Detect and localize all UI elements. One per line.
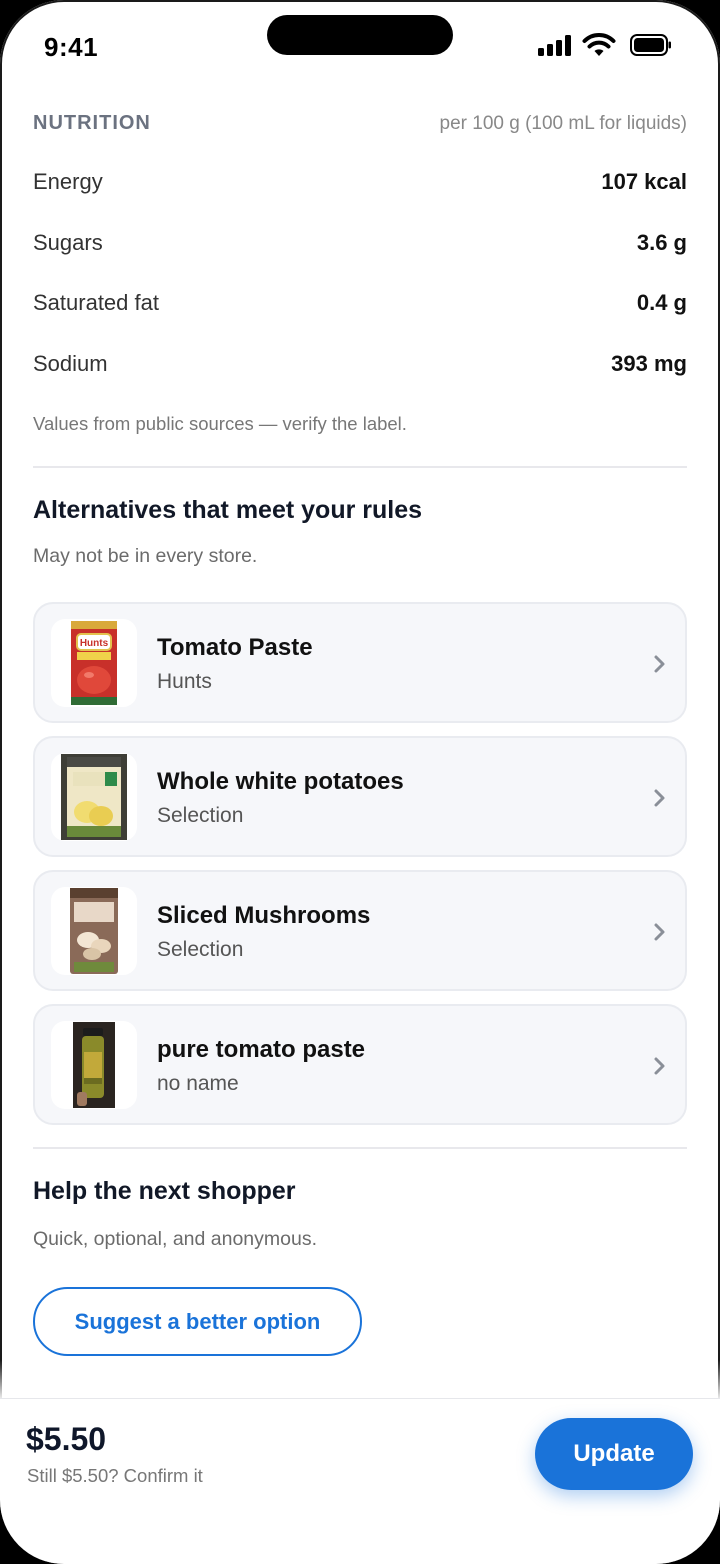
- nutrition-row-energy: Energy 107 kcal: [33, 152, 687, 213]
- section-divider: [33, 466, 687, 468]
- product-thumbnail: [51, 753, 137, 841]
- nutrition-note: Values from public sources — verify the …: [33, 413, 407, 434]
- bottom-fade: [0, 1360, 720, 1400]
- nutrition-value: 3.6 g: [636, 229, 687, 255]
- nutrition-row-sodium: Sodium 393 mg: [33, 334, 687, 395]
- price-confirm-note: Still $5.50? Confirm it: [27, 1465, 203, 1486]
- dynamic-island: [267, 15, 453, 55]
- nutrition-value: 393 mg: [611, 350, 687, 376]
- status-time: 9:41: [44, 32, 99, 62]
- nutrition-label: Sodium: [33, 350, 108, 376]
- alternative-brand: Selection: [157, 804, 244, 827]
- nutrition-header: NUTRITION per 100 g (100 mL for liquids): [33, 96, 687, 152]
- alternatives-list: Hunts Tomato Paste Hunts Whole white pot…: [33, 602, 687, 1125]
- chevron-right-icon: [654, 655, 665, 673]
- alternatives-title: Alternatives that meet your rules: [33, 496, 423, 524]
- alternative-name: Whole white potatoes: [157, 768, 404, 795]
- product-thumbnail: [51, 1021, 137, 1109]
- section-divider: [33, 1147, 687, 1149]
- alternative-brand: Hunts: [157, 670, 212, 693]
- suggest-better-option-button[interactable]: Suggest a better option: [33, 1287, 362, 1356]
- status-bar: 9:41: [0, 0, 720, 90]
- nutrition-label: Energy: [33, 169, 103, 195]
- bottom-bar: $5.50 Still $5.50? Confirm it Update: [0, 1398, 720, 1564]
- svg-text:Hunts: Hunts: [80, 638, 109, 649]
- alternative-name: pure tomato paste: [157, 1036, 366, 1063]
- chevron-right-icon: [654, 1057, 665, 1075]
- main-content: NUTRITION per 100 g (100 mL for liquids)…: [33, 96, 687, 1356]
- alternative-name: Sliced Mushrooms: [157, 902, 371, 929]
- product-thumbnail: Hunts: [51, 619, 137, 707]
- alternative-card[interactable]: Hunts Tomato Paste Hunts: [33, 602, 687, 723]
- alternative-brand: Selection: [157, 938, 244, 961]
- nutrition-label: Sugars: [33, 229, 103, 255]
- alternative-card[interactable]: Whole white potatoes Selection: [33, 736, 687, 857]
- update-button[interactable]: Update: [535, 1418, 693, 1490]
- nutrition-value: 107 kcal: [601, 169, 687, 195]
- nutrition-row-sugars: Sugars 3.6 g: [33, 213, 687, 274]
- nutrition-value: 0.4 g: [636, 290, 687, 316]
- chevron-right-icon: [654, 789, 665, 807]
- product-thumbnail: [51, 887, 137, 975]
- alternative-brand: no name: [157, 1072, 239, 1095]
- nutrition-title: NUTRITION: [33, 112, 151, 134]
- help-title: Help the next shopper: [33, 1177, 296, 1205]
- alternative-name: Tomato Paste: [157, 634, 313, 661]
- alternatives-subtitle: May not be in every store.: [33, 545, 258, 567]
- phone-screen: 9:41 NUTRITION per 100 g (100 mL for liq…: [0, 0, 720, 1564]
- signal-icon: [538, 34, 571, 56]
- wifi-icon: [582, 33, 616, 56]
- alternative-card[interactable]: Sliced Mushrooms Selection: [33, 870, 687, 991]
- chevron-right-icon: [654, 923, 665, 941]
- nutrition-row-saturated-fat: Saturated fat 0.4 g: [33, 273, 687, 334]
- alternative-card[interactable]: pure tomato paste no name: [33, 1004, 687, 1125]
- nutrition-basis: per 100 g (100 mL for liquids): [439, 113, 687, 134]
- price-value: $5.50: [26, 1421, 107, 1457]
- help-subtitle: Quick, optional, and anonymous.: [33, 1228, 318, 1250]
- battery-icon: [630, 34, 671, 56]
- nutrition-label: Saturated fat: [33, 290, 159, 316]
